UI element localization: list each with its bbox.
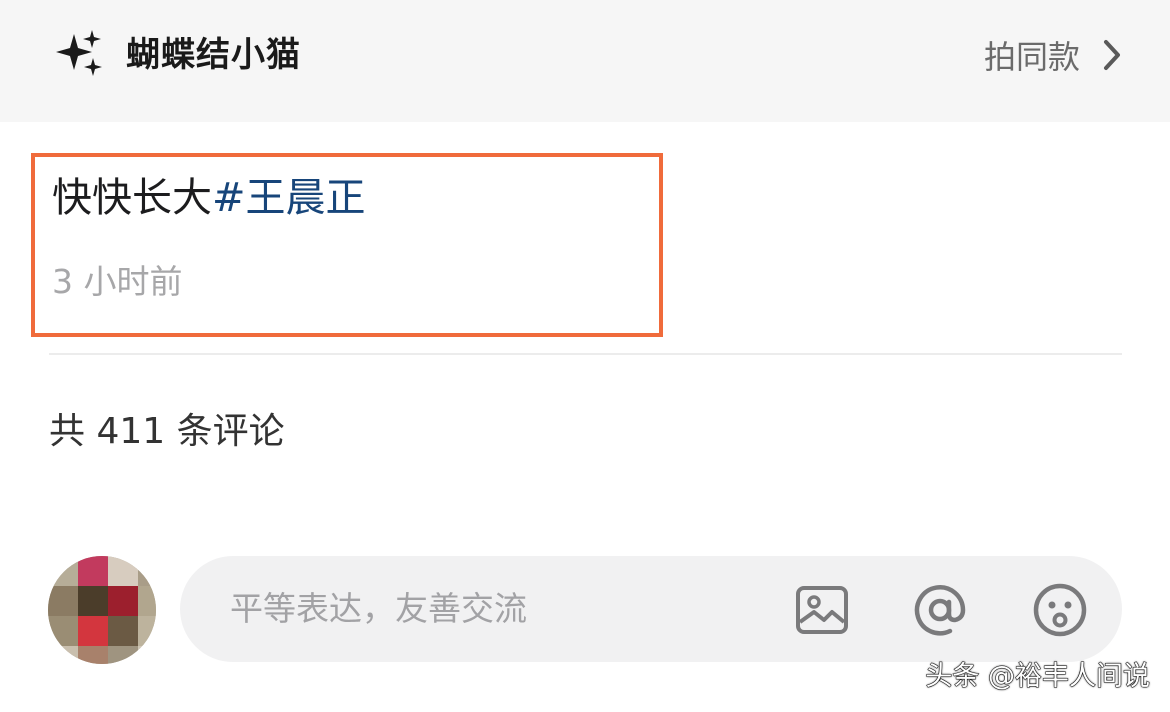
comment-input[interactable]: 平等表达，友善交流 [180,556,1122,662]
emoji-icon[interactable] [1032,582,1088,638]
hashtag-link[interactable]: #王晨正 [212,175,366,221]
post-caption: 快快长大#王晨正 [52,171,366,225]
caption-text: 快快长大 [52,175,212,221]
divider [49,353,1122,355]
mention-icon[interactable] [912,582,968,638]
sparkle-icon [56,30,102,76]
same-style-label: 拍同款 [983,38,1080,76]
post-highlight-box: 快快长大#王晨正 3 小时前 [31,153,663,337]
watermark: 头条 @裕丰人间说 [925,661,1151,693]
effect-header[interactable]: 蝴蝶结小猫 拍同款 [0,0,1170,122]
image-icon[interactable] [794,582,850,638]
post-time: 3 小时前 [52,262,183,301]
effect-name: 蝴蝶结小猫 [126,35,301,75]
comment-placeholder: 平等表达，友善交流 [230,589,527,628]
chevron-right-icon [1104,40,1120,70]
avatar[interactable] [48,556,156,664]
same-style-button[interactable]: 拍同款 [984,30,1122,80]
comment-count: 共 411 条评论 [49,411,285,452]
